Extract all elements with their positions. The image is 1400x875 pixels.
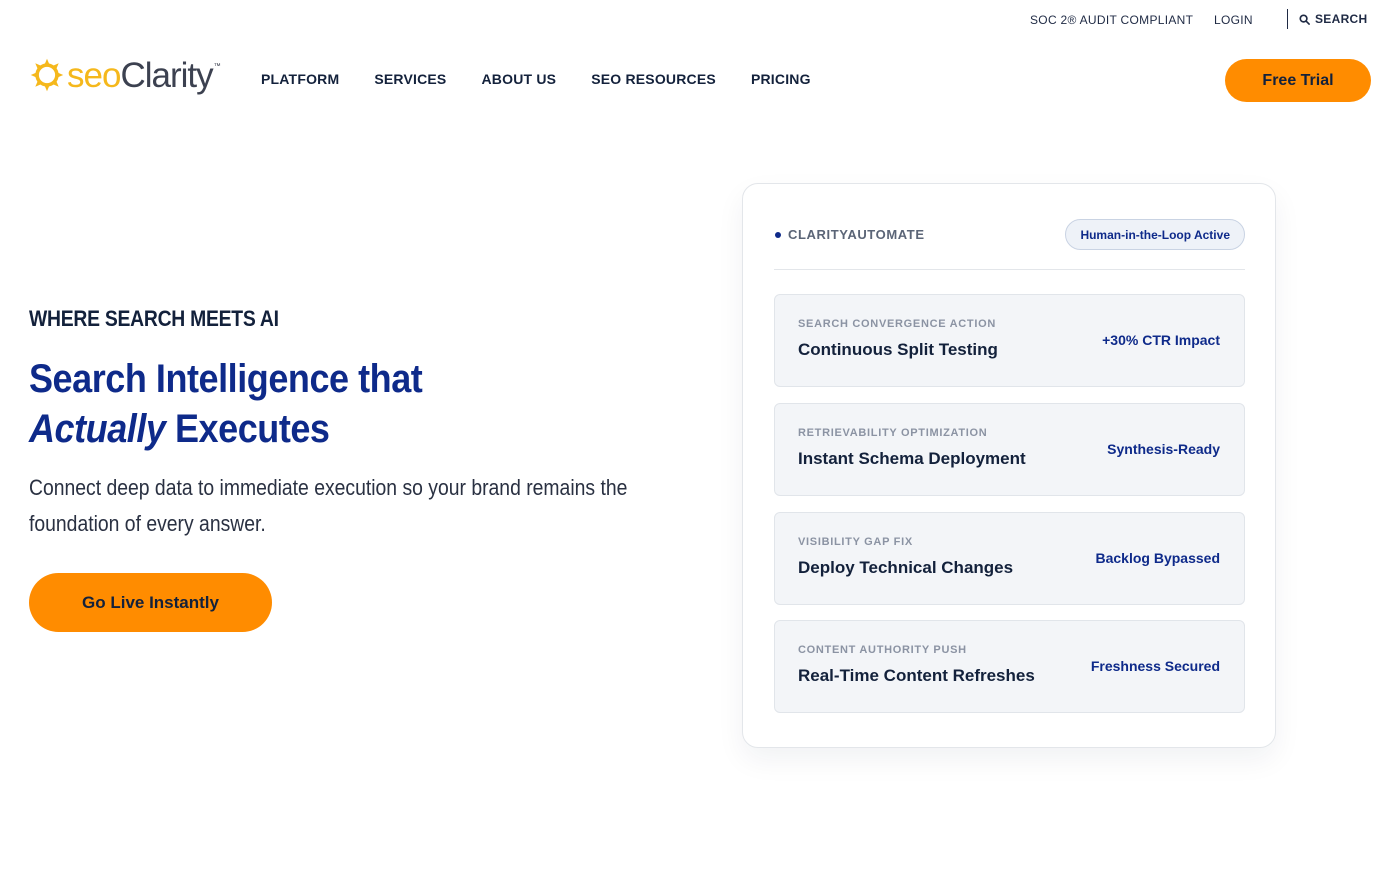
action-title: Deploy Technical Changes <box>798 558 1014 577</box>
search-label: SEARCH <box>1315 12 1368 26</box>
action-item: SEARCH CONVERGENCE ACTION Continuous Spl… <box>774 294 1245 387</box>
logo-text-seo: seo <box>67 55 121 95</box>
status-dot-icon <box>775 232 781 238</box>
hero-subtext: Connect deep data to immediate execution… <box>29 475 628 536</box>
action-metric: +30% CTR Impact <box>1102 332 1220 348</box>
nav-item-platform[interactable]: PLATFORM <box>261 71 339 87</box>
action-kicker: SEARCH CONVERGENCE ACTION <box>798 318 996 330</box>
action-title: Continuous Split Testing <box>798 340 998 359</box>
headline-rest: Executes <box>165 407 330 451</box>
action-metric: Freshness Secured <box>1090 658 1220 674</box>
clarity-automate-card: CLARITYAUTOMATE Human-in-the-Loop Active… <box>742 183 1276 748</box>
soc2-compliance-link[interactable]: SOC 2® AUDIT COMPLIANT <box>1030 13 1193 27</box>
action-kicker: RETRIEVABILITY OPTIMIZATION <box>798 427 988 439</box>
nav-item-seo-resources[interactable]: SEO RESOURCES <box>591 71 716 87</box>
logo-trademark: ™ <box>213 63 221 70</box>
action-kicker: VISIBILITY GAP FIX <box>798 536 913 548</box>
logo-text-clarity: Clarity <box>120 55 213 95</box>
utility-divider <box>1287 9 1288 29</box>
nav-item-services[interactable]: SERVICES <box>374 71 446 87</box>
go-live-button[interactable]: Go Live Instantly <box>29 573 272 632</box>
search-icon <box>1299 13 1310 25</box>
headline-line-1: Search Intelligence that <box>29 357 423 401</box>
action-metric: Backlog Bypassed <box>1095 550 1221 566</box>
site-logo[interactable]: seo Clarity ™ <box>29 53 221 97</box>
action-item: CONTENT AUTHORITY PUSH Real-Time Content… <box>774 620 1245 713</box>
status-badge: Human-in-the-Loop Active <box>1065 219 1245 250</box>
sun-logo-icon <box>30 58 64 92</box>
headline-emphasis: Actually <box>29 407 166 451</box>
nav-item-about-us[interactable]: ABOUT US <box>481 71 556 87</box>
login-link[interactable]: LOGIN <box>1214 13 1253 27</box>
search-link[interactable]: SEARCH <box>1299 12 1367 26</box>
card-title: CLARITYAUTOMATE <box>788 227 925 242</box>
main-nav: PLATFORM SERVICES ABOUT US SEO RESOURCES… <box>261 71 846 87</box>
action-title: Real-Time Content Refreshes <box>798 666 1035 685</box>
hero-headline: Search Intelligence that Actually Execut… <box>29 354 423 454</box>
action-kicker: CONTENT AUTHORITY PUSH <box>798 644 967 656</box>
free-trial-button[interactable]: Free Trial <box>1225 59 1371 102</box>
utility-bar: SOC 2® AUDIT COMPLIANT LOGIN SEARCH <box>0 0 1400 40</box>
card-header: CLARITYAUTOMATE Human-in-the-Loop Active <box>774 219 1245 270</box>
action-metric: Synthesis-Ready <box>1107 441 1220 457</box>
action-item: RETRIEVABILITY OPTIMIZATION Instant Sche… <box>774 403 1245 496</box>
action-item: VISIBILITY GAP FIX Deploy Technical Chan… <box>774 512 1245 605</box>
hero-eyebrow: WHERE SEARCH MEETS AI <box>29 306 279 331</box>
action-title: Instant Schema Deployment <box>798 449 1026 468</box>
nav-item-pricing[interactable]: PRICING <box>751 71 811 87</box>
